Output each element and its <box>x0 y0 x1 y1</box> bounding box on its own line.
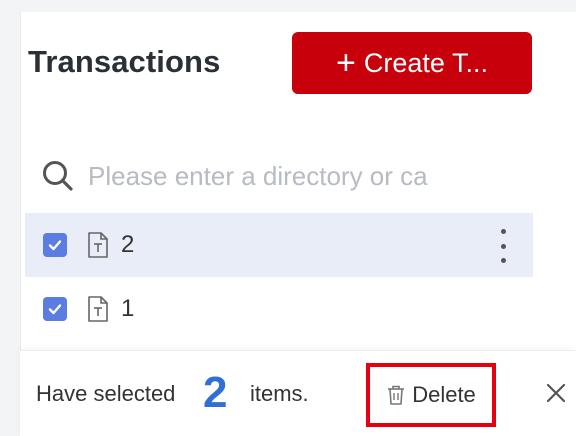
selection-bar: Have selected 2 items. Delete <box>20 350 576 436</box>
check-icon <box>48 240 62 251</box>
search-icon[interactable] <box>40 158 76 194</box>
more-vertical-icon[interactable] <box>499 229 507 263</box>
delete-button-label: Delete <box>412 382 476 407</box>
selection-count: 2 <box>203 368 228 417</box>
close-icon[interactable] <box>544 381 568 405</box>
page-title: Transactions <box>28 44 221 79</box>
delete-button[interactable]: Delete <box>366 363 496 427</box>
search-input[interactable] <box>88 160 458 192</box>
create-button-label: Create T... <box>363 47 488 78</box>
list-item-2[interactable]: 2 <box>25 213 533 277</box>
list-item-checkbox[interactable] <box>43 233 67 257</box>
list-item-label: 1 <box>121 295 135 322</box>
list-item-label: 2 <box>121 231 135 258</box>
trash-icon <box>388 385 405 405</box>
text-file-icon <box>88 232 108 258</box>
selection-prefix: Have selected <box>36 381 176 406</box>
text-file-icon <box>88 296 108 322</box>
search-bar <box>40 150 500 202</box>
list-item-1[interactable]: 1 <box>25 277 533 341</box>
list-item-checkbox[interactable] <box>43 297 67 321</box>
plus-icon: + <box>336 44 356 82</box>
selection-suffix: items. <box>250 381 309 406</box>
check-icon <box>48 304 62 315</box>
create-transaction-button[interactable]: + Create T... <box>292 32 532 94</box>
